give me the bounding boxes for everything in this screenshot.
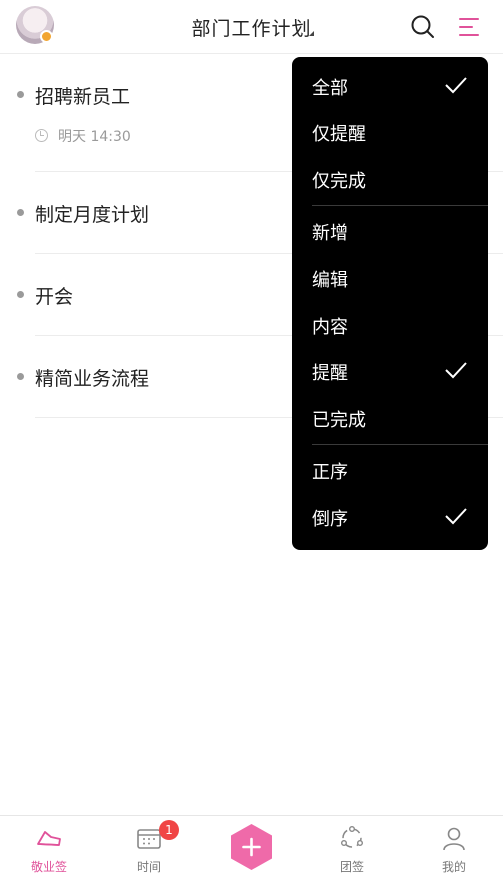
checkmark-icon bbox=[445, 508, 467, 525]
menu-item-content[interactable]: 内容 bbox=[292, 302, 488, 348]
menu-separator bbox=[312, 444, 488, 445]
notification-badge: 1 bbox=[159, 820, 179, 840]
menu-item-new[interactable]: 新增 bbox=[292, 208, 488, 254]
task-title: 精简业务流程 bbox=[35, 368, 150, 390]
menu-item-completed-only[interactable]: 仅完成 bbox=[292, 156, 488, 202]
menu-item-label: 全部 bbox=[312, 78, 348, 99]
menu-item-all[interactable]: 全部 bbox=[292, 63, 488, 109]
menu-item-descending[interactable]: 倒序 bbox=[292, 494, 488, 540]
menu-separator bbox=[312, 205, 488, 206]
checkmark-icon bbox=[445, 77, 467, 94]
bullet-icon bbox=[17, 91, 24, 98]
clock-icon bbox=[35, 129, 48, 142]
team-icon bbox=[341, 826, 364, 848]
menu-lines-icon[interactable] bbox=[458, 16, 480, 38]
tab-label: 敬业签 bbox=[30, 860, 67, 874]
menu-item-reminder[interactable]: 提醒 bbox=[292, 348, 488, 394]
tab-team[interactable]: 团签 bbox=[312, 816, 392, 879]
slipper-note-icon bbox=[37, 831, 61, 846]
bullet-icon bbox=[17, 291, 24, 298]
title-dropdown-caret-icon[interactable] bbox=[309, 31, 314, 36]
search-icon[interactable] bbox=[410, 14, 436, 40]
menu-item-label: 提醒 bbox=[312, 363, 348, 384]
menu-item-label: 仅提醒 bbox=[312, 124, 366, 145]
tab-label: 团签 bbox=[339, 860, 364, 874]
task-title: 制定月度计划 bbox=[35, 204, 150, 226]
menu-item-label: 仅完成 bbox=[312, 171, 366, 192]
menu-item-ascending[interactable]: 正序 bbox=[292, 447, 488, 493]
tab-label: 我的 bbox=[441, 860, 466, 874]
tab-mine[interactable]: 我的 bbox=[414, 816, 494, 879]
task-title: 开会 bbox=[35, 286, 74, 308]
tab-label: 时间 bbox=[136, 860, 161, 874]
menu-item-label: 倒序 bbox=[312, 509, 348, 530]
add-button[interactable] bbox=[230, 823, 273, 871]
menu-item-label: 内容 bbox=[312, 317, 348, 338]
menu-item-reminders-only[interactable]: 仅提醒 bbox=[292, 109, 488, 155]
menu-item-label: 编辑 bbox=[312, 270, 348, 291]
tab-time[interactable]: 1 时间 bbox=[109, 816, 189, 879]
profile-icon bbox=[443, 827, 465, 851]
bullet-icon bbox=[17, 209, 24, 216]
bullet-icon bbox=[17, 373, 24, 380]
menu-item-edit[interactable]: 编辑 bbox=[292, 255, 488, 301]
menu-item-label: 新增 bbox=[312, 223, 348, 244]
menu-item-completed[interactable]: 已完成 bbox=[292, 395, 488, 441]
top-bar: 部门工作计划 bbox=[0, 0, 503, 54]
menu-item-label: 已完成 bbox=[312, 410, 366, 431]
task-title: 招聘新员工 bbox=[35, 86, 131, 108]
tab-jingyeqian[interactable]: 敬业签 bbox=[9, 816, 89, 879]
task-reminder-time: 明天 14:30 bbox=[58, 129, 131, 145]
menu-item-label: 正序 bbox=[312, 462, 348, 483]
checkmark-icon bbox=[445, 362, 467, 379]
filter-sort-menu: 全部 仅提醒 仅完成 新增 编辑 内容 提醒 已完成 正序 倒序 bbox=[292, 57, 488, 550]
